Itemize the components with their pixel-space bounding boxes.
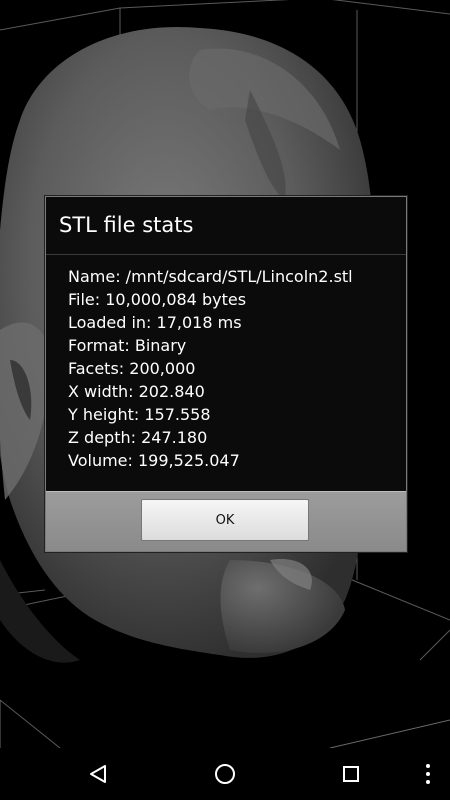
recents-button[interactable] <box>334 758 368 790</box>
stat-file-size: File: 10,000,084 bytes <box>68 290 247 309</box>
system-navigation-bar <box>0 748 450 800</box>
overflow-menu-button[interactable] <box>411 758 445 790</box>
stats-list: Name: /mnt/sdcard/STL/Lincoln2.stl File:… <box>68 265 353 472</box>
stat-name: Name: /mnt/sdcard/STL/Lincoln2.stl <box>68 267 353 286</box>
bounding-box-front-edges <box>0 700 450 748</box>
home-circle-icon <box>215 764 235 784</box>
stat-facets: Facets: 200,000 <box>68 359 196 378</box>
overflow-menu-icon <box>426 764 430 784</box>
app-screen: STL file stats Name: /mnt/sdcard/STL/Lin… <box>0 0 450 800</box>
ok-button[interactable]: OK <box>141 499 309 541</box>
stat-load-time: Loaded in: 17,018 ms <box>68 313 242 332</box>
stl-stats-dialog: STL file stats Name: /mnt/sdcard/STL/Lin… <box>45 196 407 552</box>
dialog-title: STL file stats <box>59 213 194 237</box>
home-button[interactable] <box>208 758 242 790</box>
dialog-button-bar: OK <box>46 491 406 551</box>
back-button[interactable] <box>81 758 115 790</box>
dialog-title-bar: STL file stats <box>46 197 406 255</box>
stat-format: Format: Binary <box>68 336 187 355</box>
stat-z-depth: Z depth: 247.180 <box>68 428 208 447</box>
back-triangle-icon <box>90 765 106 783</box>
stat-volume: Volume: 199,525.047 <box>68 451 240 470</box>
stat-x-width: X width: 202.840 <box>68 382 205 401</box>
recents-square-icon <box>343 766 359 782</box>
stat-y-height: Y height: 157.558 <box>68 405 211 424</box>
